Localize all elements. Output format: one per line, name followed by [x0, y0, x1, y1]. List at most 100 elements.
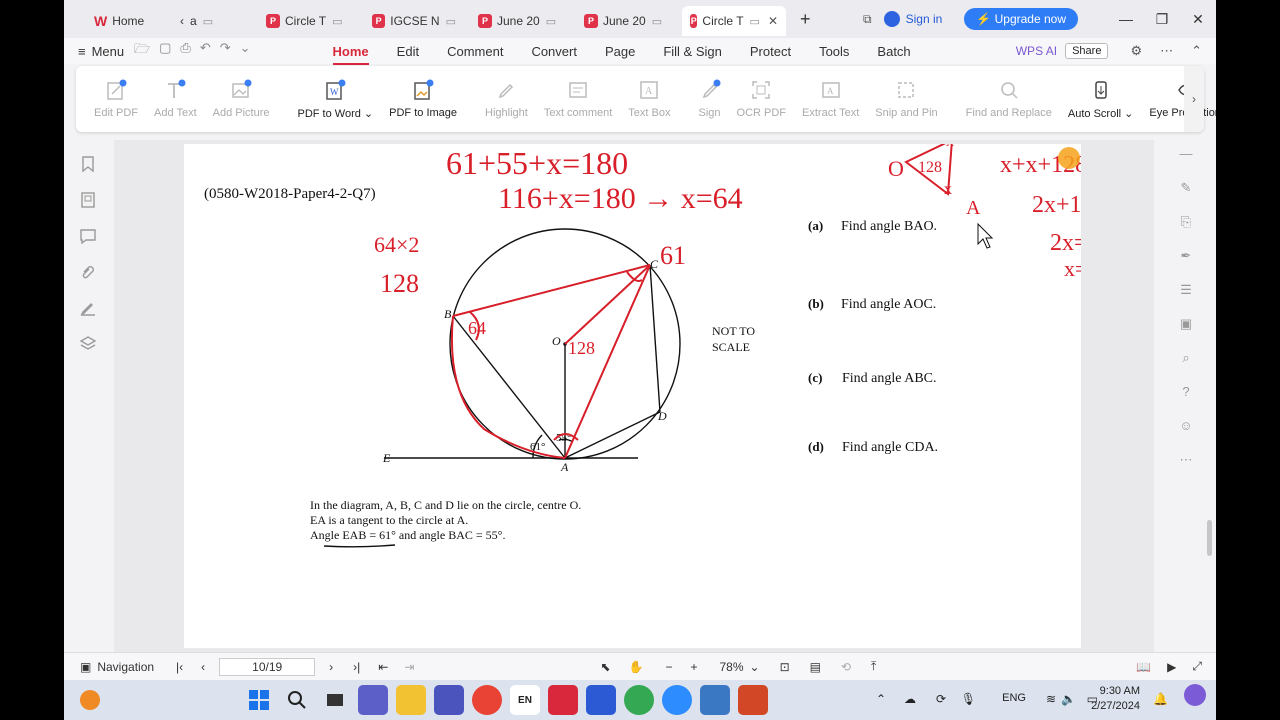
cloud-icon[interactable]: ☁ [904, 692, 916, 706]
signature-icon[interactable] [78, 298, 98, 318]
menu-comment[interactable]: Comment [433, 44, 517, 59]
copilot-icon[interactable] [1184, 684, 1206, 706]
frame-icon[interactable]: ▣ [1176, 316, 1196, 336]
sign-button[interactable]: Sign [690, 69, 728, 129]
sign-tool-icon[interactable]: ✒ [1176, 248, 1196, 268]
close-tab-icon[interactable]: ✕ [768, 14, 778, 28]
ribbon-scroll-right-icon[interactable]: › [1184, 66, 1204, 132]
find-replace-button[interactable]: Find and Replace [958, 69, 1060, 129]
menu-page[interactable]: Page [591, 44, 649, 59]
play-icon[interactable]: ▶ [1167, 660, 1176, 674]
fullscreen-icon[interactable]: ⤢ [1192, 659, 1202, 674]
tab-back[interactable]: ‹ a ▭ [172, 6, 252, 36]
print-icon[interactable]: ⎙ [180, 40, 190, 62]
tab-june-1[interactable]: P June 20 ▭ [470, 6, 570, 36]
bookmark-icon[interactable] [78, 154, 98, 174]
text-comment-button[interactable]: Text comment [536, 69, 620, 129]
help-icon[interactable]: ? [1176, 384, 1196, 404]
task-view-icon[interactable] [320, 685, 350, 715]
menu-home[interactable]: Home [319, 44, 383, 65]
tab-home[interactable]: W Home [64, 6, 168, 36]
menu-button[interactable]: ≡ Menu [64, 44, 134, 59]
powerpoint-icon[interactable] [738, 685, 768, 715]
read-mode-icon[interactable]: 📖 [1136, 660, 1151, 674]
tab-circle-1[interactable]: P Circle T ▭ [258, 6, 358, 36]
first-page-icon[interactable]: |‹ [176, 660, 183, 674]
upgrade-button[interactable]: ⚡ Upgrade now [964, 8, 1078, 30]
chrome-icon[interactable] [472, 685, 502, 715]
prev-page-icon[interactable]: ‹ [201, 660, 205, 674]
redo-icon[interactable]: ↷ [220, 40, 231, 62]
last-page-icon[interactable]: ›| [353, 660, 360, 674]
navigation-icon[interactable]: ▣ [80, 660, 91, 674]
menu-batch[interactable]: Batch [863, 44, 924, 59]
auto-scroll-button[interactable]: Auto Scroll ⌄ [1060, 69, 1141, 129]
save-icon[interactable]: ▢ [159, 40, 171, 62]
export-icon[interactable]: ⤒ [871, 659, 876, 674]
next-page-icon[interactable]: › [329, 660, 333, 674]
notification-icon[interactable]: 🔔 [1153, 692, 1168, 706]
pdf-to-word-button[interactable]: W PDF to Word ⌄ [290, 69, 382, 129]
menu-tools[interactable]: Tools [805, 44, 863, 59]
mic-icon[interactable]: 🎙 [961, 692, 976, 706]
file-explorer-icon[interactable] [396, 685, 426, 715]
menu-convert[interactable]: Convert [517, 44, 591, 59]
hand-tool-icon[interactable]: ✋ [628, 660, 643, 674]
extract-text-button[interactable]: A Extract Text [794, 69, 867, 129]
tray-chevron-icon[interactable]: ⌃ [876, 692, 886, 706]
system-clock[interactable]: 9:30 AM 2/27/2024 [1091, 684, 1140, 714]
zoom-search-icon[interactable]: ⌕ [1176, 350, 1196, 370]
file-convert-icon[interactable]: ⎘ [1176, 214, 1196, 234]
sign-in-button[interactable]: Sign in [883, 11, 942, 27]
photos-icon[interactable] [700, 685, 730, 715]
back-view-icon[interactable]: ⇤ [378, 660, 388, 674]
snip-pin-button[interactable]: Snip and Pin [867, 69, 945, 129]
chevron-down-icon[interactable]: ⌄ [750, 660, 760, 674]
zoom-out-icon[interactable]: − [665, 660, 672, 674]
windows-start-icon[interactable] [244, 685, 274, 715]
bot-icon[interactable]: ☺ [1176, 418, 1196, 438]
language-app-icon[interactable]: EN [510, 685, 540, 715]
minimize-icon[interactable]: — [1108, 11, 1144, 27]
wps-app-icon[interactable] [548, 685, 578, 715]
pdf-to-image-button[interactable]: PDF to Image [381, 69, 465, 129]
select-tool-icon[interactable]: ⬉ [600, 660, 610, 674]
notification-badge-icon[interactable] [80, 690, 100, 710]
new-tab-button[interactable]: + [800, 9, 811, 30]
navigation-button[interactable]: Navigation [97, 660, 154, 674]
edit-icon[interactable]: ✎ [1176, 180, 1196, 200]
thumbnail-icon[interactable] [78, 190, 98, 210]
language-indicator[interactable]: ENG [1002, 692, 1026, 704]
sync-icon[interactable]: ⟳ [936, 692, 946, 706]
wifi-icon[interactable]: ≋ [1046, 692, 1056, 706]
document-viewport[interactable]: (0580-W2018-Paper4-2-Q7) B C D A E O 61°… [114, 121, 1212, 652]
chevron-down-icon[interactable]: ⌄ [240, 40, 251, 62]
teams-work-icon[interactable] [434, 685, 464, 715]
chrome-profile-icon[interactable] [624, 685, 654, 715]
undo-icon[interactable]: ↶ [200, 40, 211, 62]
share-button[interactable]: Share [1065, 43, 1109, 59]
collapse-icon[interactable]: ⌃ [1191, 43, 1202, 59]
multi-window-icon[interactable]: ⧉ [863, 12, 872, 27]
align-icon[interactable]: ☰ [1176, 282, 1196, 302]
fit-page-icon[interactable]: ⊡ [780, 660, 790, 674]
menu-fill-sign[interactable]: Fill & Sign [649, 44, 736, 59]
page-number-input[interactable]: 10/19 [219, 657, 316, 676]
layers-icon[interactable] [78, 334, 98, 354]
close-window-icon[interactable]: ✕ [1180, 11, 1216, 28]
zoom-in-icon[interactable]: + [690, 660, 697, 674]
attachment-icon[interactable] [78, 262, 98, 282]
ocr-pdf-button[interactable]: OCR PDF [729, 69, 795, 129]
open-folder-icon[interactable]: 🗁 [134, 40, 150, 62]
add-picture-button[interactable]: Add Picture [205, 69, 278, 129]
zoom-level[interactable]: 78% [719, 660, 743, 674]
search-icon[interactable] [282, 685, 312, 715]
volume-icon[interactable]: 🔈 [1061, 692, 1076, 706]
wps-ai-button[interactable]: WPS AI [1016, 44, 1057, 58]
forward-view-icon[interactable]: ⇥ [404, 660, 414, 674]
menu-protect[interactable]: Protect [736, 44, 805, 59]
edit-pdf-button[interactable]: Edit PDF [86, 69, 146, 129]
restore-icon[interactable]: ❐ [1144, 11, 1180, 28]
text-box-button[interactable]: A Text Box [620, 69, 678, 129]
page-layout-icon[interactable]: ▤ [810, 660, 821, 674]
